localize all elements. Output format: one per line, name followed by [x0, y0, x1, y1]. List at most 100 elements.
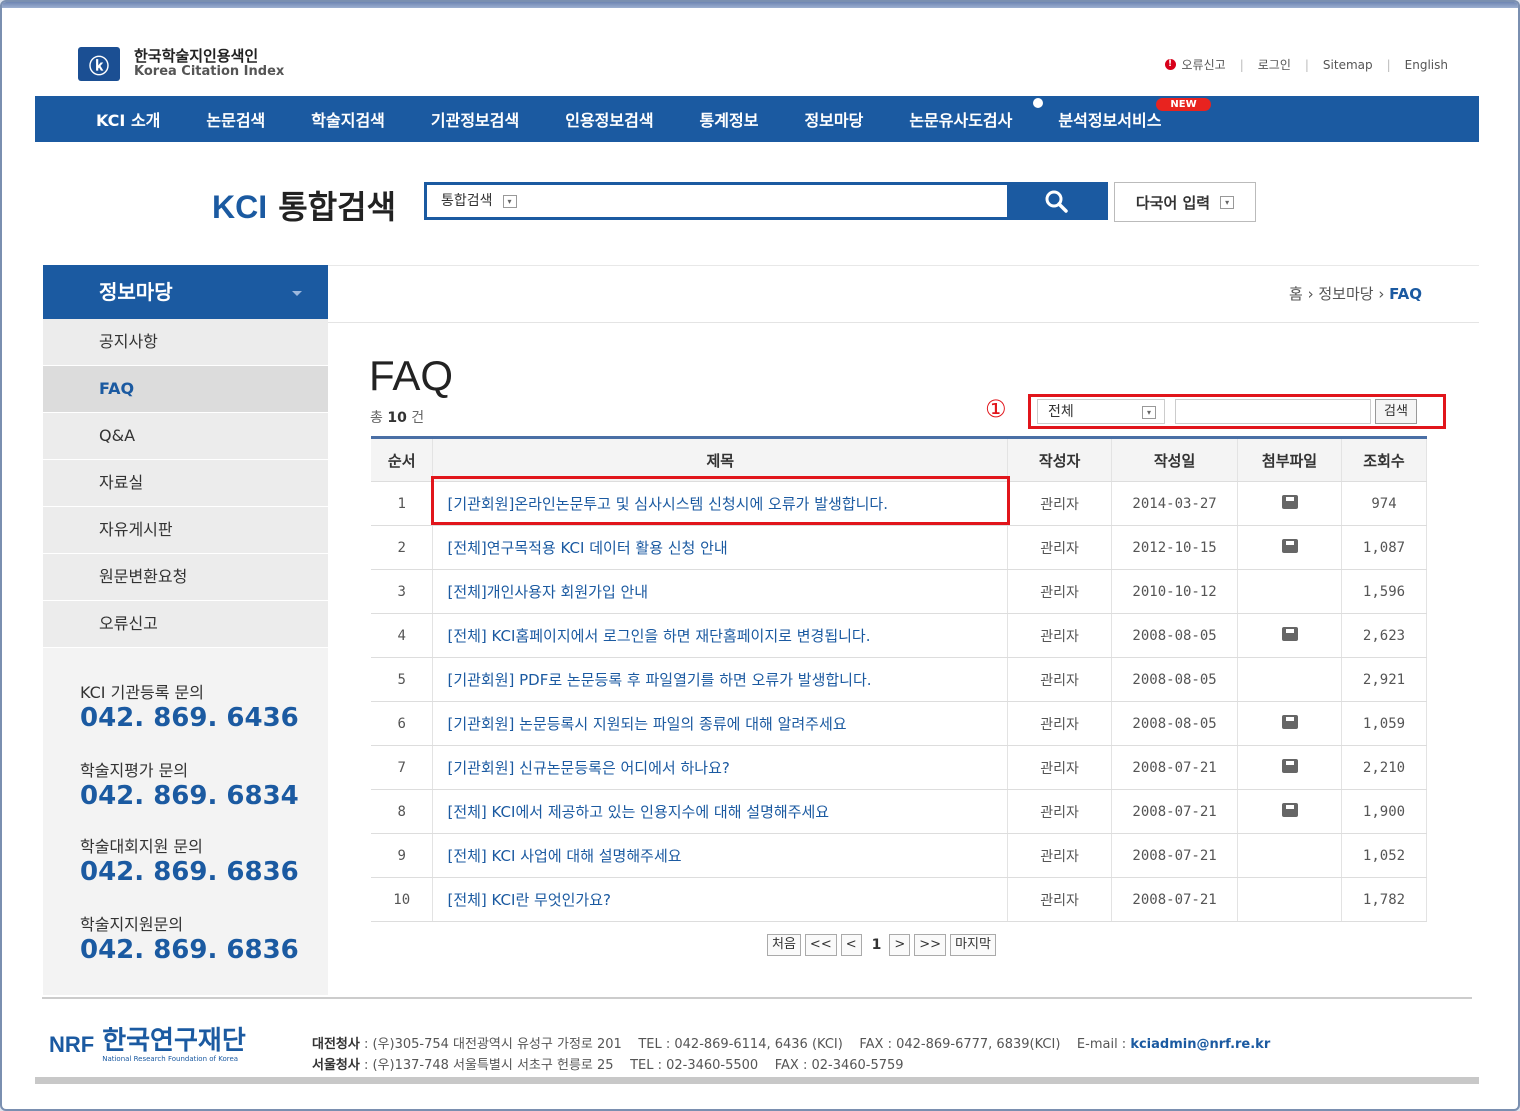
breadcrumb-current: FAQ — [1389, 285, 1422, 303]
breadcrumb: 홈 › 정보마당 › FAQ — [1289, 285, 1422, 303]
pager-current[interactable]: 1 — [872, 937, 882, 953]
search-bar: 통합검색 ▾ — [424, 182, 1108, 220]
sidebar-item-archive[interactable]: 자료실 — [43, 460, 328, 507]
search-button[interactable] — [1007, 185, 1105, 217]
kci-logo[interactable]: ⓚ 한국학술지인용색인 Korea Citation Index — [78, 47, 284, 81]
contact-block: KCI 기관등록 문의 042. 869. 6436 — [80, 679, 299, 733]
cell-attachment — [1237, 745, 1342, 790]
pager-next-block[interactable]: >> — [914, 934, 947, 956]
cell-title[interactable]: [전체] KCI홈페이지에서 로그인을 하면 재단홈페이지로 변경됩니다. — [432, 613, 1009, 658]
floppy-disk-icon[interactable] — [1281, 758, 1298, 773]
sidebar-item-qna[interactable]: Q&A — [43, 413, 328, 460]
footer-email[interactable]: kciadmin@nrf.re.kr — [1130, 1037, 1270, 1052]
nav-citation-search[interactable]: 인용정보검색 — [565, 107, 653, 131]
contact-label: 학술지평가 문의 — [80, 761, 189, 780]
filter-search-button[interactable]: 검색 — [1375, 399, 1417, 424]
sidebar-item-faq[interactable]: FAQ — [43, 366, 328, 413]
table-row[interactable]: 3 [전체]개인사용자 회원가입 안내 관리자 2010-10-12 1,596 — [371, 569, 1428, 614]
contact-number: 042. 869. 6436 — [80, 703, 299, 733]
col-header-attachment: 첨부파일 — [1237, 436, 1342, 482]
cell-title[interactable]: [전체] KCI란 무엇인가요? — [432, 877, 1009, 922]
sidebar-heading[interactable]: 정보마당 — [43, 265, 328, 319]
nrf-logo[interactable]: NRF 한국연구재단 National Research Foundation … — [49, 1027, 246, 1063]
nav-institution-search[interactable]: 기관정보검색 — [431, 107, 519, 131]
cell-date: 2008-08-05 — [1111, 657, 1239, 702]
cell-title[interactable]: [기관회원] 논문등록시 지원되는 파일의 종류에 대해 알려주세요 — [432, 701, 1009, 746]
pager-prev-block[interactable]: << — [804, 934, 837, 956]
page-title: FAQ — [369, 352, 454, 399]
floppy-disk-icon[interactable] — [1281, 626, 1298, 641]
search-input[interactable] — [571, 185, 1007, 217]
table-row[interactable]: 6 [기관회원] 논문등록시 지원되는 파일의 종류에 대해 알려주세요 관리자 20… — [371, 701, 1428, 746]
integrated-search-title: KCI 통합검색 — [212, 182, 396, 228]
cell-author: 관리자 — [1007, 745, 1113, 790]
util-login[interactable]: 로그인 — [1258, 56, 1291, 73]
sidebar-item-free-board[interactable]: 자유게시판 — [43, 507, 328, 554]
filter-search-input[interactable] — [1175, 399, 1371, 424]
nav-statistics[interactable]: 통계정보 — [700, 107, 759, 131]
multi-language-button[interactable]: 다국어 입력 ▾ — [1114, 182, 1256, 222]
faq-filter-box: 전체 ▾ 검색 — [1028, 394, 1446, 429]
cell-title[interactable]: [전체]연구목적용 KCI 데이터 활용 신청 안내 — [432, 525, 1009, 570]
total-count: 총 10 건 — [370, 410, 425, 426]
cell-title[interactable]: [기관회원] 신규논문등록은 어디에서 하나요? — [432, 745, 1009, 790]
util-sitemap[interactable]: Sitemap — [1323, 58, 1373, 72]
table-row[interactable]: 9 [전체] KCI 사업에 대해 설명해주세요 관리자 2008-07-21 1,05… — [371, 833, 1428, 878]
util-english[interactable]: English — [1405, 58, 1448, 72]
count-value: 10 — [387, 410, 407, 426]
cell-date: 2012-10-15 — [1111, 525, 1239, 570]
util-error-report[interactable]: 오류신고 — [1182, 56, 1226, 73]
nav-info[interactable]: 정보마당 — [804, 107, 863, 131]
nav-similarity-check[interactable]: 논문유사도검사 — [909, 96, 1046, 131]
annotation-mark-1: ① — [985, 395, 1007, 423]
pager-prev[interactable]: < — [840, 934, 862, 956]
cell-views: 2,921 — [1341, 657, 1428, 702]
cell-title[interactable]: [전체]개인사용자 회원가입 안내 — [432, 569, 1009, 614]
cell-no: 3 — [371, 569, 434, 614]
cell-views: 1,596 — [1341, 569, 1428, 614]
floppy-disk-icon[interactable] — [1281, 538, 1298, 553]
nav-journal-search[interactable]: 학술지검색 — [311, 107, 385, 131]
cell-title[interactable]: [전체] KCI에서 제공하고 있는 인용지수에 대해 설명해주세요 — [432, 789, 1009, 834]
nav-kci-intro[interactable]: KCI 소개 — [96, 107, 160, 131]
cell-attachment — [1237, 701, 1342, 746]
pager-first[interactable]: 처음 — [767, 934, 801, 956]
cell-no: 1 — [371, 481, 434, 526]
table-row[interactable]: 4 [전체] KCI홈페이지에서 로그인을 하면 재단홈페이지로 변경됩니다. 관리… — [371, 613, 1428, 658]
table-row[interactable]: 5 [기관회원] PDF로 논문등록 후 파일열기를 하면 오류가 발생합니다. 관… — [371, 657, 1428, 702]
nav-analysis-service[interactable]: NEW 분석정보서비스 — [1058, 98, 1211, 131]
search-scope-select[interactable]: 통합검색 ▾ — [427, 185, 571, 217]
cell-title[interactable]: [기관회원] PDF로 논문등록 후 파일열기를 하면 오류가 발생합니다. — [432, 657, 1009, 702]
floppy-disk-icon[interactable] — [1281, 494, 1298, 509]
breadcrumb-home[interactable]: 홈 — [1289, 285, 1303, 303]
table-row[interactable]: 8 [전체] KCI에서 제공하고 있는 인용지수에 대해 설명해주세요 관리자 20… — [371, 789, 1428, 834]
pager-next[interactable]: > — [889, 934, 911, 956]
col-header-author: 작성자 — [1007, 436, 1113, 482]
caret-down-icon — [292, 291, 302, 296]
pager-last[interactable]: 마지막 — [950, 934, 996, 956]
filter-category-select[interactable]: 전체 ▾ — [1037, 399, 1165, 424]
cell-date: 2008-07-21 — [1111, 789, 1239, 834]
chevron-down-icon: ▾ — [1220, 195, 1235, 209]
table-row[interactable]: 2 [전체]연구목적용 KCI 데이터 활용 신청 안내 관리자 2012-10-15… — [371, 525, 1428, 570]
search-title-rest: 통합검색 — [278, 188, 397, 226]
table-row[interactable]: 10 [전체] KCI란 무엇인가요? 관리자 2008-07-21 1,782 — [371, 877, 1428, 922]
cell-date: 2014-03-27 — [1111, 481, 1239, 526]
nav-paper-search[interactable]: 논문검색 — [206, 107, 265, 131]
table-row[interactable]: 7 [기관회원] 신규논문등록은 어디에서 하나요? 관리자 2008-07-21 2,… — [371, 745, 1428, 790]
sidebar-item-error-report[interactable]: 오류신고 — [43, 601, 328, 648]
sidebar-item-conversion-request[interactable]: 원문변환요청 — [43, 554, 328, 601]
cell-no: 5 — [371, 657, 434, 702]
cell-title[interactable]: [전체] KCI 사업에 대해 설명해주세요 — [432, 833, 1009, 878]
contact-block: 학술지평가 문의 042. 869. 6834 — [80, 757, 299, 811]
cell-date: 2010-10-12 — [1111, 569, 1239, 614]
cell-attachment — [1237, 789, 1342, 834]
bottom-bar — [35, 1077, 1479, 1084]
floppy-disk-icon[interactable] — [1281, 714, 1298, 729]
cell-views: 974 — [1341, 481, 1428, 526]
sidebar-item-notice[interactable]: 공지사항 — [43, 319, 328, 366]
pagination: 처음 << < 1 > >> 마지막 — [767, 934, 1000, 956]
breadcrumb-section[interactable]: 정보마당 — [1318, 285, 1373, 303]
cell-views: 1,052 — [1341, 833, 1428, 878]
floppy-disk-icon[interactable] — [1281, 802, 1298, 817]
